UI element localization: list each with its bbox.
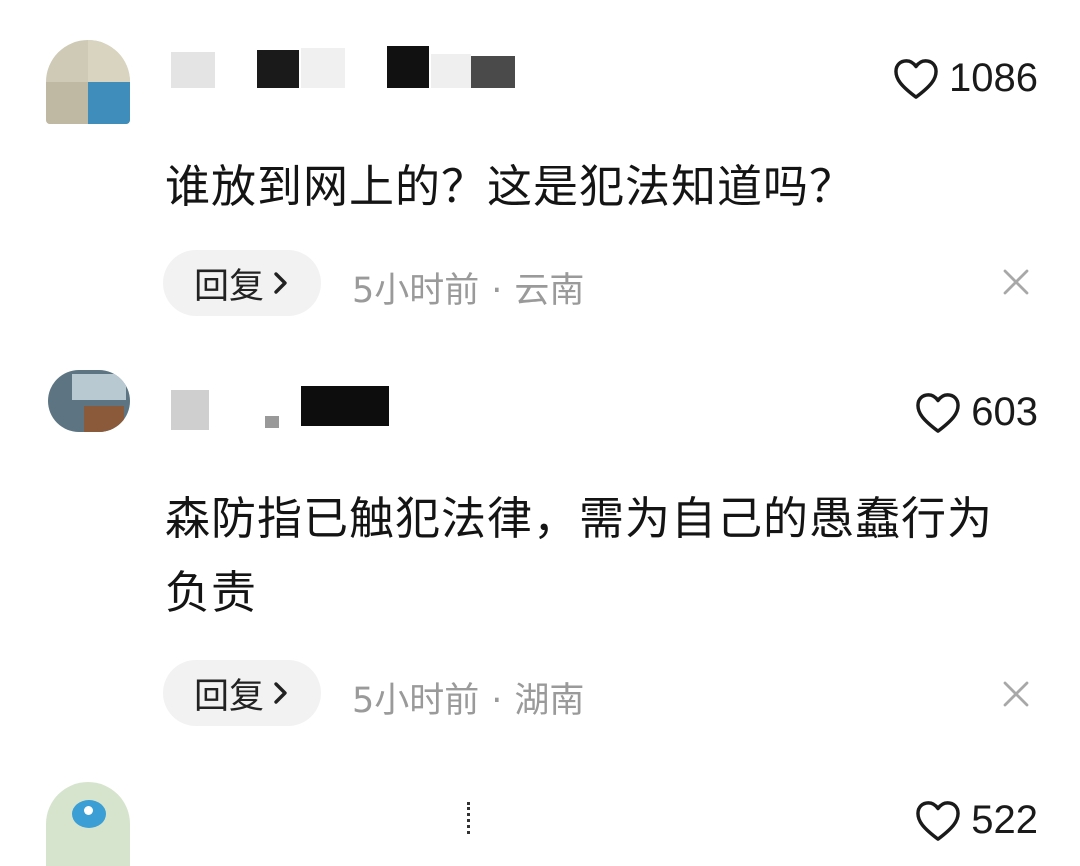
comment-location: 云南 <box>514 271 585 311</box>
comment-location: 湖南 <box>514 681 585 721</box>
close-icon[interactable] <box>1002 268 1030 296</box>
like-count: 603 <box>971 390 1038 434</box>
comment-time: 5小时前 <box>352 271 480 311</box>
avatar[interactable] <box>46 782 130 866</box>
reply-label: 回复 <box>193 266 264 307</box>
username-redacted[interactable] <box>165 382 405 432</box>
meta-separator: · <box>491 271 503 311</box>
reply-button[interactable]: 回复 <box>163 250 321 316</box>
username-redacted[interactable] <box>165 798 470 848</box>
heart-outline-icon <box>894 58 938 99</box>
comment-meta: 5小时前 · 湖南 <box>352 672 584 723</box>
heart-outline-icon <box>916 392 961 433</box>
meta-separator: · <box>491 681 503 721</box>
username-redacted[interactable] <box>165 46 525 96</box>
like-button[interactable]: 1086 <box>893 56 1038 101</box>
comment-text: 森防指已触犯法律，需为自己的愚蠢行为负责 <box>165 492 994 619</box>
avatar[interactable] <box>46 40 130 124</box>
close-icon[interactable] <box>1002 680 1030 708</box>
chevron-right-icon <box>274 682 287 704</box>
comment-text: 谁放到网上的？这是犯法知道吗？ <box>165 160 856 213</box>
like-count: 1086 <box>949 56 1038 100</box>
like-button[interactable]: 603 <box>915 390 1038 435</box>
comment-meta: 5小时前 · 云南 <box>352 262 584 313</box>
avatar[interactable] <box>48 370 130 432</box>
like-button[interactable]: 522 <box>915 798 1038 843</box>
like-count: 522 <box>971 798 1038 842</box>
comment-time: 5小时前 <box>352 681 480 721</box>
heart-outline-icon <box>916 800 961 841</box>
reply-button[interactable]: 回复 <box>163 660 321 726</box>
chevron-right-icon <box>274 272 287 294</box>
reply-label: 回复 <box>193 676 264 717</box>
